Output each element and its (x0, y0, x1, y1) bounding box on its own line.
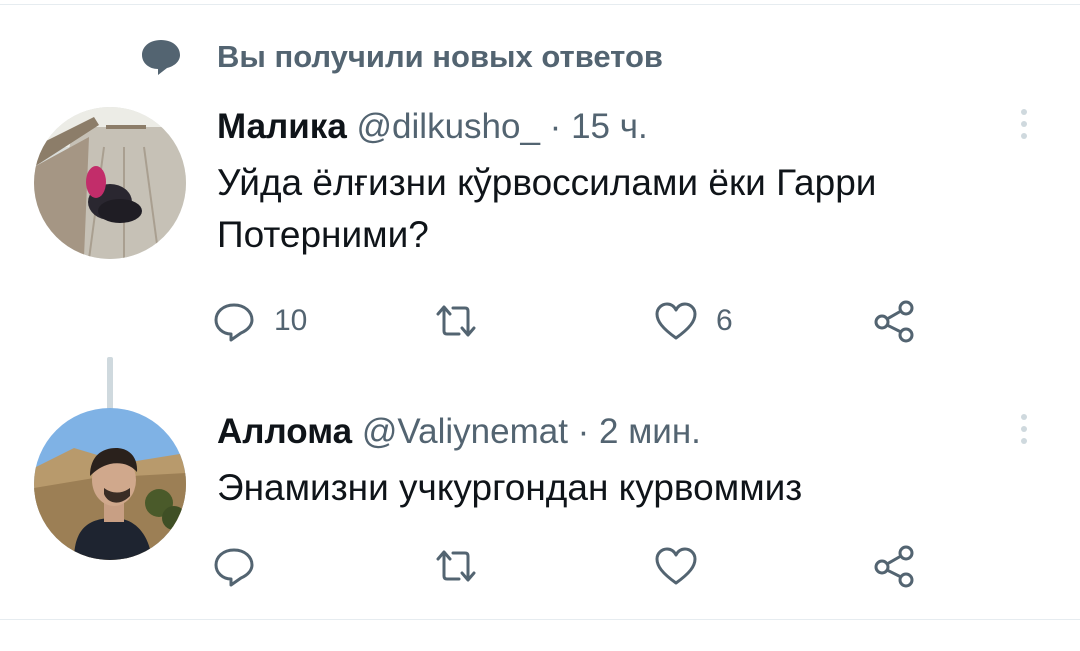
retweet-button[interactable] (432, 536, 496, 596)
tweet-actions (210, 536, 970, 596)
more-dot-icon (1021, 109, 1027, 115)
user-handle[interactable]: @dilkusho_ (357, 107, 540, 146)
share-button[interactable] (870, 536, 918, 596)
share-button[interactable] (870, 291, 918, 351)
reply-button[interactable]: 10 (210, 291, 307, 351)
heart-icon (655, 302, 697, 340)
like-button[interactable]: 6 (652, 291, 733, 351)
tweet-text: Уйда ёлғизни кўрвоссилами ёки Гарри Поте… (217, 162, 877, 255)
tweet-header: Аллома @Valiynemat · 2 мин. (217, 406, 701, 458)
timestamp[interactable]: 2 мин. (599, 412, 701, 451)
share-icon (874, 545, 914, 588)
share-icon (874, 300, 914, 343)
display-name[interactable]: Малика (217, 107, 347, 146)
tweet[interactable]: Аллома @Valiynemat · 2 мин. Энамизни учк… (0, 400, 1080, 610)
reply-icon (214, 548, 254, 587)
separator: · (549, 107, 562, 146)
more-dot-icon (1021, 133, 1027, 139)
social-context-text: Вы получили новых ответов (217, 39, 663, 74)
retweet-button[interactable] (432, 291, 496, 351)
display-name[interactable]: Аллома (217, 412, 352, 451)
more-dot-icon (1021, 121, 1027, 127)
timestamp[interactable]: 15 ч. (571, 107, 648, 146)
avatar[interactable] (34, 107, 186, 259)
more-dot-icon (1021, 426, 1027, 432)
avatar-photo (34, 107, 186, 259)
reply-icon (214, 303, 254, 342)
user-handle[interactable]: @Valiynemat (362, 412, 568, 451)
separator: · (577, 412, 590, 451)
tweet-text: Энамизни учкургондан курвоммиз (217, 467, 803, 508)
heart-icon (655, 547, 697, 585)
tweet-header: Малика @dilkusho_ · 15 ч. (217, 101, 648, 153)
reply-count: 10 (274, 304, 308, 337)
retweet-icon (436, 550, 476, 582)
avatar[interactable] (34, 408, 186, 560)
more-options-button[interactable] (1015, 105, 1033, 149)
speech-bubble-icon (142, 40, 180, 75)
top-divider (0, 0, 1080, 5)
more-dot-icon (1021, 414, 1027, 420)
more-dot-icon (1021, 438, 1027, 444)
tweet[interactable]: Малика @dilkusho_ · 15 ч. Уйда ёлғизни к… (0, 95, 1080, 497)
retweet-icon (436, 305, 476, 337)
tweet-actions: 10 6 (210, 291, 970, 351)
bottom-divider (0, 619, 1080, 620)
like-count: 6 (716, 304, 733, 337)
reply-button[interactable] (210, 536, 274, 596)
like-button[interactable] (652, 536, 716, 596)
avatar-photo (34, 408, 186, 560)
more-options-button[interactable] (1015, 410, 1033, 454)
